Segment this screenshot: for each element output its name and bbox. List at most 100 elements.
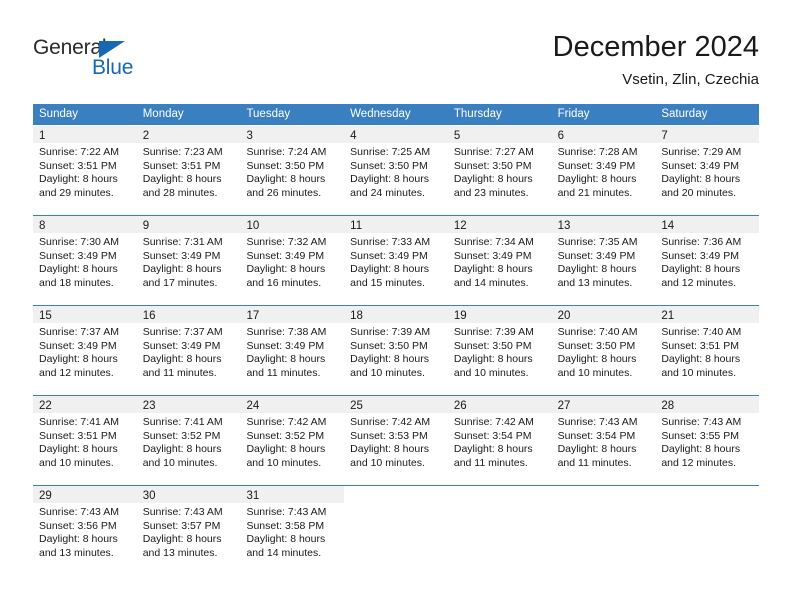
day-cell[interactable]: 28 Sunrise: 7:43 AM Sunset: 3:55 PM Dayl… [655, 396, 760, 478]
daylight-text-line1: Daylight: 8 hours [557, 173, 637, 185]
day-cell[interactable]: 27 Sunrise: 7:43 AM Sunset: 3:54 PM Dayl… [551, 396, 656, 478]
day-cell[interactable]: 22 Sunrise: 7:41 AM Sunset: 3:51 PM Dayl… [33, 396, 137, 478]
day-number-band [655, 486, 759, 503]
day-number-band: 2 [136, 126, 241, 143]
sunset-text: Sunset: 3:52 PM [142, 429, 221, 442]
daylight-text-line1: Daylight: 8 hours [246, 443, 326, 455]
day-cell[interactable]: 9 Sunrise: 7:31 AM Sunset: 3:49 PM Dayli… [136, 216, 241, 298]
page-subtitle: Vsetin, Zlin, Czechia [622, 71, 759, 88]
sunrise-text: Sunrise: 7:37 AM [39, 326, 119, 338]
daylight-text-line1: Daylight: 8 hours [661, 173, 741, 185]
day-cell[interactable]: 26 Sunrise: 7:42 AM Sunset: 3:54 PM Dayl… [447, 396, 552, 478]
daylight-text-line1: Daylight: 8 hours [350, 353, 429, 365]
day-number: 9 [142, 220, 150, 232]
day-cell[interactable]: 1 Sunrise: 7:22 AM Sunset: 3:51 PM Dayli… [33, 126, 137, 208]
day-cell[interactable]: 29 Sunrise: 7:43 AM Sunset: 3:56 PM Dayl… [33, 486, 137, 568]
daylight-text-line1: Daylight: 8 hours [661, 443, 741, 455]
week-row: 29 Sunrise: 7:43 AM Sunset: 3:56 PM Dayl… [33, 485, 759, 568]
day-cell[interactable]: 18 Sunrise: 7:39 AM Sunset: 3:50 PM Dayl… [344, 306, 448, 388]
sunset-text: Sunset: 3:50 PM [557, 339, 636, 352]
day-cell[interactable]: 13 Sunrise: 7:35 AM Sunset: 3:49 PM Dayl… [551, 216, 656, 298]
day-cell[interactable]: 19 Sunrise: 7:39 AM Sunset: 3:50 PM Dayl… [447, 306, 552, 388]
day-cell[interactable]: 3 Sunrise: 7:24 AM Sunset: 3:50 PM Dayli… [240, 126, 345, 208]
sunrise-text: Sunrise: 7:40 AM [557, 326, 638, 338]
sunrise-text: Sunrise: 7:43 AM [246, 506, 327, 518]
day-number: 28 [661, 400, 675, 412]
day-number-band: 7 [655, 126, 760, 143]
daylight-text-line1: Daylight: 8 hours [453, 353, 533, 365]
day-details: Sunrise: 7:25 AM Sunset: 3:50 PM Dayligh… [344, 143, 448, 208]
day-number: 25 [350, 400, 363, 412]
day-cell[interactable]: 30 Sunrise: 7:43 AM Sunset: 3:57 PM Dayl… [136, 486, 241, 568]
day-cell[interactable]: 24 Sunrise: 7:42 AM Sunset: 3:52 PM Dayl… [240, 396, 345, 478]
sunset-text: Sunset: 3:52 PM [246, 429, 325, 442]
day-number-band: 5 [447, 126, 552, 143]
day-cell[interactable]: 12 Sunrise: 7:34 AM Sunset: 3:49 PM Dayl… [447, 216, 552, 298]
day-details: Sunrise: 7:43 AM Sunset: 3:56 PM Dayligh… [33, 503, 137, 568]
day-details: Sunrise: 7:24 AM Sunset: 3:50 PM Dayligh… [240, 143, 345, 208]
daylight-text-line2: and 11 minutes. [453, 456, 528, 469]
day-cell[interactable]: 6 Sunrise: 7:28 AM Sunset: 3:49 PM Dayli… [551, 126, 656, 208]
day-details [655, 503, 759, 568]
day-cell[interactable]: 20 Sunrise: 7:40 AM Sunset: 3:50 PM Dayl… [551, 306, 656, 388]
day-cell[interactable]: 25 Sunrise: 7:42 AM Sunset: 3:53 PM Dayl… [344, 396, 448, 478]
day-number-band: 28 [655, 396, 760, 413]
day-cell[interactable]: 2 Sunrise: 7:23 AM Sunset: 3:51 PM Dayli… [136, 126, 241, 208]
daylight-text-line2: and 13 minutes. [142, 546, 218, 559]
sunrise-text: Sunrise: 7:25 AM [350, 146, 431, 158]
day-cell[interactable]: 10 Sunrise: 7:32 AM Sunset: 3:49 PM Dayl… [240, 216, 345, 298]
daylight-text-line1: Daylight: 8 hours [142, 263, 222, 275]
day-cell[interactable]: 14 Sunrise: 7:36 AM Sunset: 3:49 PM Dayl… [655, 216, 760, 298]
page-title: December 2024 [552, 31, 759, 63]
day-number: 29 [39, 490, 52, 502]
daylight-text-line2: and 21 minutes. [557, 186, 633, 199]
sunrise-text: Sunrise: 7:43 AM [142, 506, 223, 518]
logo-text-blue: Blue [92, 56, 134, 79]
day-cell[interactable]: 4 Sunrise: 7:25 AM Sunset: 3:50 PM Dayli… [344, 126, 448, 208]
day-number-band: 1 [33, 126, 137, 143]
daylight-text-line2: and 10 minutes. [557, 366, 633, 379]
week-row: 1 Sunrise: 7:22 AM Sunset: 3:51 PM Dayli… [33, 126, 760, 208]
sunrise-text: Sunrise: 7:43 AM [39, 506, 119, 518]
day-details: Sunrise: 7:41 AM Sunset: 3:52 PM Dayligh… [136, 413, 241, 478]
daylight-text-line2: and 10 minutes. [350, 366, 425, 379]
day-cell[interactable]: 5 Sunrise: 7:27 AM Sunset: 3:50 PM Dayli… [447, 126, 552, 208]
daylight-text-line2: and 10 minutes. [661, 366, 737, 379]
sunrise-text: Sunrise: 7:32 AM [246, 236, 327, 248]
day-cell[interactable]: 15 Sunrise: 7:37 AM Sunset: 3:49 PM Dayl… [33, 306, 137, 388]
sunset-text: Sunset: 3:49 PM [142, 249, 221, 262]
day-details: Sunrise: 7:28 AM Sunset: 3:49 PM Dayligh… [551, 143, 656, 208]
day-number: 16 [142, 310, 156, 322]
sunset-text: Sunset: 3:50 PM [350, 339, 428, 352]
sunset-text: Sunset: 3:54 PM [453, 429, 532, 442]
day-number: 8 [39, 220, 46, 232]
day-details: Sunrise: 7:37 AM Sunset: 3:49 PM Dayligh… [136, 323, 241, 388]
sunrise-text: Sunrise: 7:27 AM [453, 146, 534, 158]
sunrise-text: Sunrise: 7:29 AM [661, 146, 742, 158]
day-cell[interactable]: 7 Sunrise: 7:29 AM Sunset: 3:49 PM Dayli… [655, 126, 760, 208]
general-blue-logo[interactable]: General Blue [33, 36, 153, 86]
day-cell[interactable]: 16 Sunrise: 7:37 AM Sunset: 3:49 PM Dayl… [136, 306, 241, 388]
weekday-header-thursday: Thursday [453, 108, 502, 120]
day-details [448, 503, 552, 568]
day-cell[interactable]: 8 Sunrise: 7:30 AM Sunset: 3:49 PM Dayli… [33, 216, 137, 298]
day-cell[interactable]: 11 Sunrise: 7:33 AM Sunset: 3:49 PM Dayl… [344, 216, 448, 298]
day-number: 22 [39, 400, 52, 412]
daylight-text-line2: and 14 minutes. [246, 546, 322, 559]
sunrise-text: Sunrise: 7:41 AM [39, 416, 119, 428]
day-cell[interactable]: 23 Sunrise: 7:41 AM Sunset: 3:52 PM Dayl… [136, 396, 241, 478]
day-details [552, 503, 656, 568]
day-cell[interactable]: 17 Sunrise: 7:38 AM Sunset: 3:49 PM Dayl… [240, 306, 345, 388]
sunrise-text: Sunrise: 7:39 AM [453, 326, 534, 338]
day-number-band: 24 [240, 396, 345, 413]
week-row: 22 Sunrise: 7:41 AM Sunset: 3:51 PM Dayl… [33, 395, 760, 478]
day-cell-empty [448, 486, 552, 568]
day-number-band [344, 486, 448, 503]
day-details: Sunrise: 7:43 AM Sunset: 3:54 PM Dayligh… [551, 413, 656, 478]
day-cell[interactable]: 31 Sunrise: 7:43 AM Sunset: 3:58 PM Dayl… [240, 486, 345, 568]
day-cell[interactable]: 21 Sunrise: 7:40 AM Sunset: 3:51 PM Dayl… [655, 306, 760, 388]
daylight-text-line1: Daylight: 8 hours [661, 263, 741, 275]
day-number-band: 6 [551, 126, 656, 143]
daylight-text-line2: and 20 minutes. [661, 186, 737, 199]
daylight-text-line2: and 10 minutes. [39, 456, 114, 469]
